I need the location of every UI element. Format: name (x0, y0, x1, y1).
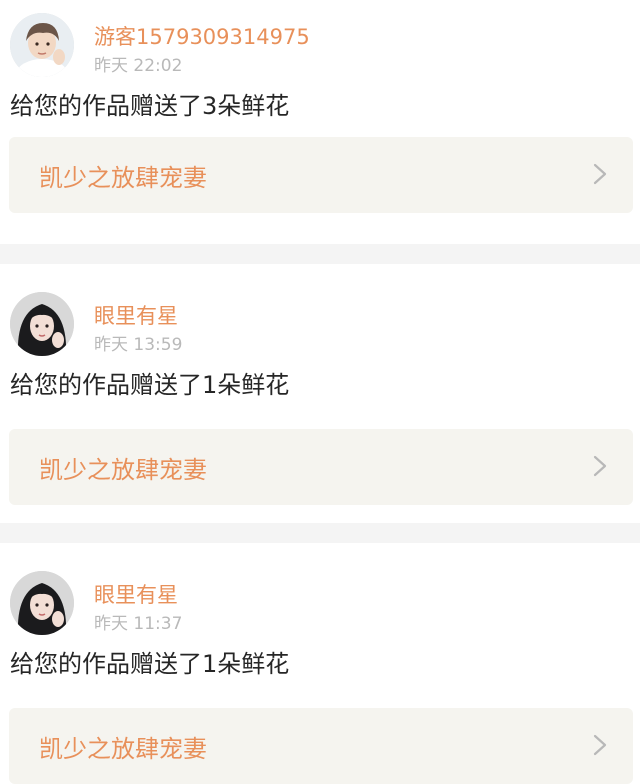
notification-header: 眼里有星 昨天 11:37 (10, 571, 630, 637)
work-title: 凯少之放肆宠妻 (39, 164, 207, 192)
work-link[interactable]: 凯少之放肆宠妻 (9, 137, 633, 213)
avatar[interactable] (10, 13, 74, 77)
divider (0, 523, 640, 543)
timestamp: 昨天 13:59 (94, 335, 183, 355)
avatar[interactable] (10, 571, 74, 635)
notification-header: 游客1579309314975 昨天 22:02 (10, 13, 630, 79)
notification-message: 给您的作品赠送了3朵鲜花 (10, 92, 290, 120)
notification-feed: 游客1579309314975 昨天 22:02 给您的作品赠送了3朵鲜花 凯少… (0, 0, 640, 784)
chevron-right-icon (593, 163, 607, 185)
timestamp: 昨天 11:37 (94, 614, 183, 634)
work-link[interactable]: 凯少之放肆宠妻 (9, 429, 633, 505)
boy-avatar-icon (10, 13, 74, 77)
girl-avatar-icon (10, 292, 74, 356)
chevron-right-icon (593, 455, 607, 477)
work-title: 凯少之放肆宠妻 (39, 735, 207, 763)
notification-card: 游客1579309314975 昨天 22:02 给您的作品赠送了3朵鲜花 凯少… (0, 0, 640, 244)
work-link[interactable]: 凯少之放肆宠妻 (9, 708, 633, 784)
divider (0, 244, 640, 264)
girl-avatar-icon (10, 571, 74, 635)
notification-message: 给您的作品赠送了1朵鲜花 (10, 371, 290, 399)
work-title: 凯少之放肆宠妻 (39, 456, 207, 484)
avatar[interactable] (10, 292, 74, 356)
notification-header: 眼里有星 昨天 13:59 (10, 292, 630, 358)
timestamp: 昨天 22:02 (94, 56, 183, 76)
username[interactable]: 游客1579309314975 (94, 21, 310, 51)
username[interactable]: 眼里有星 (94, 300, 178, 330)
notification-card: 眼里有星 昨天 13:59 给您的作品赠送了1朵鲜花 凯少之放肆宠妻 (0, 264, 640, 523)
username[interactable]: 眼里有星 (94, 579, 178, 609)
chevron-right-icon (593, 734, 607, 756)
notification-card: 眼里有星 昨天 11:37 给您的作品赠送了1朵鲜花 凯少之放肆宠妻 (0, 543, 640, 784)
notification-message: 给您的作品赠送了1朵鲜花 (10, 650, 290, 678)
